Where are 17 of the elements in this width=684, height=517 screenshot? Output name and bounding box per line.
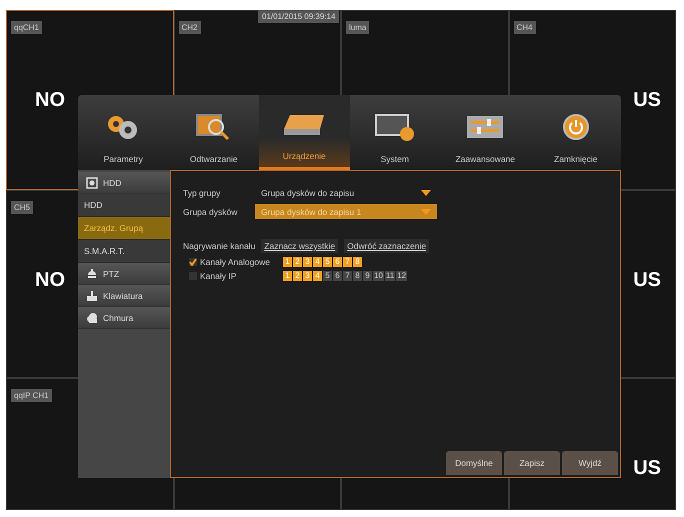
checkbox-label: Kanały Analogowe bbox=[200, 257, 271, 267]
logo-text: NO bbox=[35, 89, 65, 112]
logo-text: US bbox=[633, 269, 661, 292]
channel-label: qqCH1 bbox=[11, 21, 42, 34]
logo-text: US bbox=[633, 457, 661, 480]
channel-label: CH5 bbox=[11, 201, 34, 214]
checkbox-label: Kanały IP bbox=[200, 271, 238, 281]
channel-label: qqIP CH1 bbox=[11, 389, 52, 402]
channel-label: CH4 bbox=[514, 21, 536, 34]
field-label: Nagrywanie kanału bbox=[183, 241, 256, 251]
field-label: Typ grupy bbox=[183, 188, 222, 198]
channel-label: CH2 bbox=[178, 21, 201, 34]
datetime: 01/01/2015 09:39:14 bbox=[258, 10, 340, 23]
field-label: Grupa dysków bbox=[183, 206, 238, 216]
logo-text: NO bbox=[35, 269, 65, 292]
channel-label: luma bbox=[346, 21, 370, 34]
logo-text: US bbox=[633, 89, 661, 112]
